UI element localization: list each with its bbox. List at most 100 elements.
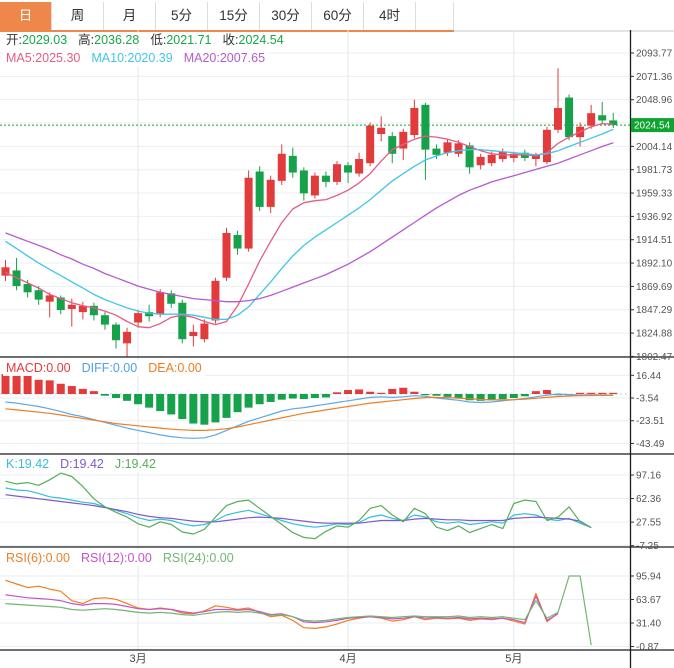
month-label: 4月 xyxy=(339,653,356,665)
axis-label: 1981.73 xyxy=(636,165,673,176)
axis-label: 1847.29 xyxy=(636,305,673,316)
j-value: 19.42 xyxy=(124,457,156,471)
open-value: 2029.03 xyxy=(21,33,68,47)
macd-label: MACD: xyxy=(6,361,47,375)
candle-body xyxy=(465,145,474,168)
ma20-value: 2007.65 xyxy=(219,51,266,65)
candle-body xyxy=(34,290,43,300)
macd-bar xyxy=(100,394,109,396)
candle-body xyxy=(355,158,364,174)
candle-body xyxy=(23,283,32,293)
macd-bar xyxy=(12,374,21,394)
axis-label: -23.51 xyxy=(636,416,665,427)
axis-label: 2048.96 xyxy=(636,95,673,106)
diff-value: 0.00 xyxy=(112,361,138,375)
candle-body xyxy=(123,331,132,344)
low-value: 2021.71 xyxy=(166,33,212,47)
axis-label: 31.40 xyxy=(636,619,661,630)
k-label: K: xyxy=(6,457,18,471)
macd-bar xyxy=(410,391,419,394)
axis-label: 2004.14 xyxy=(636,142,673,153)
kdj-pane xyxy=(5,472,592,540)
axis-label: -7.25 xyxy=(636,541,659,552)
ma5-label: MA5: xyxy=(6,51,36,65)
axis-label: 1914.51 xyxy=(636,235,673,246)
candle-body xyxy=(443,142,452,153)
tab-timeframe-2[interactable]: 月 xyxy=(104,2,156,30)
quote-row: 开:2029.03 高:2036.28 低:2021.71 收:2024.54 xyxy=(3,32,287,48)
candle-body xyxy=(266,179,275,207)
current-price-badge: 2024.54 xyxy=(631,118,674,133)
month-axis: 3月 4月 5月 xyxy=(130,653,523,665)
axis-label: 16.44 xyxy=(636,371,661,382)
candle-body xyxy=(321,175,330,182)
macd-bar xyxy=(388,388,397,394)
tab-timeframe-4[interactable]: 15分 xyxy=(208,2,260,30)
axis-label: 1824.88 xyxy=(636,329,673,340)
j-label: J: xyxy=(114,457,125,471)
rsi-pane xyxy=(5,575,592,646)
macd-bar xyxy=(89,391,98,394)
rsi12-value: 0.00 xyxy=(127,551,152,565)
macd-bar xyxy=(609,392,618,394)
rsi6-value: 0.00 xyxy=(45,551,70,565)
ma20-label: MA20: xyxy=(183,51,220,65)
d-value: 19.42 xyxy=(72,457,104,471)
macd-bar xyxy=(200,394,209,425)
macd-bar xyxy=(299,394,308,400)
macd-bar xyxy=(145,394,154,408)
tab-timeframe-6[interactable]: 60分 xyxy=(312,2,364,30)
macd-bar xyxy=(576,392,585,394)
dea-label: DEA: xyxy=(148,361,178,375)
chart-canvas[interactable]: 2093.77 2071.36 2048.96 2004.14 1981.73 1959.… xyxy=(0,30,674,668)
timeframe-tabs: 日周月 5分 15分 30分 60分 4时 xyxy=(0,2,454,32)
axis-label: -0.87 xyxy=(636,642,659,653)
macd-bar xyxy=(321,394,330,398)
rsi6-label: RSI(6): xyxy=(6,551,46,565)
macd-bar xyxy=(498,394,507,400)
axis-label: 1869.69 xyxy=(636,282,673,293)
macd-pane xyxy=(1,374,618,439)
macd-bar xyxy=(288,394,297,399)
macd-bar xyxy=(134,394,143,405)
macd-bar xyxy=(587,392,596,394)
axis-label: 62.36 xyxy=(636,494,661,505)
tab-timeframe-1[interactable]: 周 xyxy=(52,2,104,30)
candle-body xyxy=(45,295,54,302)
macd-bar xyxy=(1,374,10,394)
candle-body xyxy=(156,292,165,315)
open-label: 开: xyxy=(6,33,22,47)
candle-body xyxy=(244,177,253,249)
candle-body xyxy=(344,165,353,173)
rsi24-value: 0.00 xyxy=(209,551,234,565)
candle-body xyxy=(310,175,319,196)
macd-value: 0.00 xyxy=(46,361,71,375)
macd-bar xyxy=(421,394,430,396)
trading-chart-app: 日周月 5分 15分 30分 60分 4时 2093.77 2071.36 2048.96 20… xyxy=(0,0,674,668)
candle-body xyxy=(388,136,397,154)
macd-bar xyxy=(45,380,54,394)
candle-body xyxy=(542,129,551,163)
candle-body xyxy=(288,155,297,173)
axis-label: -43.49 xyxy=(636,439,665,450)
tab-timeframe-3[interactable]: 5分 xyxy=(156,2,208,30)
macd-bar xyxy=(112,394,120,398)
tab-spacer xyxy=(416,2,454,30)
macd-bar xyxy=(167,394,176,415)
macd-bar xyxy=(266,394,275,402)
diff-label: DIFF: xyxy=(81,361,113,375)
candle-body xyxy=(112,324,120,341)
tab-timeframe-5[interactable]: 30分 xyxy=(260,2,312,30)
candle-body xyxy=(178,302,187,340)
macd-bar xyxy=(443,394,452,397)
axis-label: 1936.92 xyxy=(636,212,673,223)
macd-bar xyxy=(366,391,375,394)
candle-body xyxy=(565,97,574,138)
tab-timeframe-7[interactable]: 4时 xyxy=(364,2,416,30)
candle-body xyxy=(67,304,76,309)
dea-value: 0.00 xyxy=(177,361,202,375)
candle-body xyxy=(200,323,209,340)
tab-timeframe-0[interactable]: 日 xyxy=(0,2,52,30)
rsi12-label: RSI(12): xyxy=(80,551,128,565)
candle-body xyxy=(100,315,109,325)
